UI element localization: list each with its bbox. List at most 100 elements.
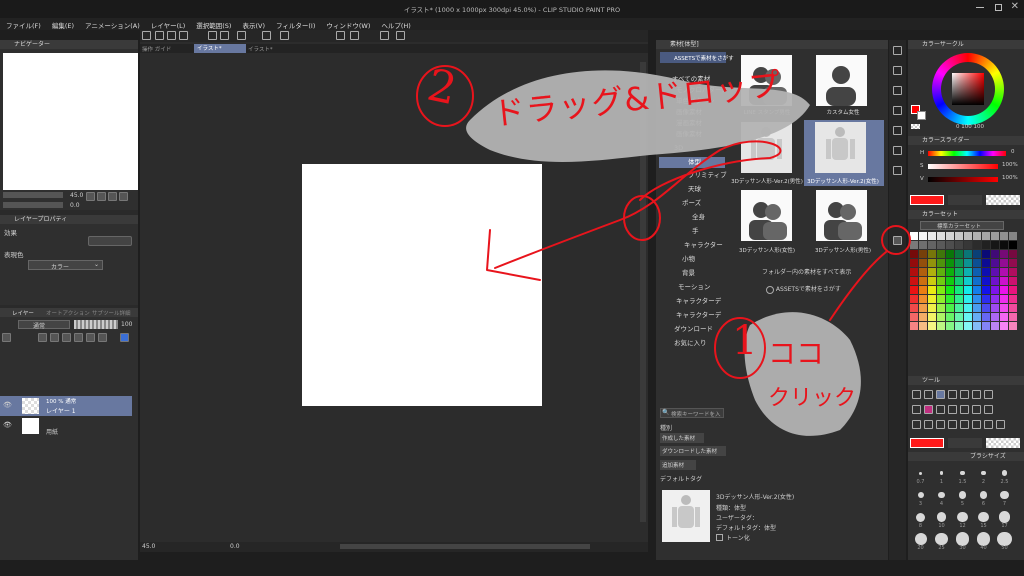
tab-subtool-detail[interactable]: サブツール詳細 xyxy=(92,309,131,317)
color-swatch[interactable] xyxy=(1009,232,1017,240)
color-swatch[interactable] xyxy=(973,259,981,267)
save-icon[interactable] xyxy=(179,31,188,40)
color-swatch[interactable] xyxy=(973,322,981,330)
color-swatch[interactable] xyxy=(964,295,972,303)
menu-selection[interactable]: 選択範囲(S) xyxy=(196,20,231,30)
tree-item-body-type[interactable]: 体型 xyxy=(688,157,701,168)
pen-icon[interactable] xyxy=(336,31,345,40)
color-swatch[interactable] xyxy=(991,304,999,312)
color-swatch[interactable] xyxy=(910,277,918,285)
color-swatch[interactable] xyxy=(937,304,945,312)
color-swatch[interactable] xyxy=(973,286,981,294)
color-swatch[interactable] xyxy=(955,322,963,330)
color-swatch[interactable] xyxy=(937,232,945,240)
material-icon[interactable] xyxy=(893,86,902,95)
color-swatch[interactable] xyxy=(928,259,936,267)
mask-icon[interactable] xyxy=(86,333,95,342)
color-swatch[interactable] xyxy=(1009,277,1017,285)
color-swatch[interactable] xyxy=(955,259,963,267)
navigator-zoom-slider[interactable] xyxy=(3,192,63,198)
color-swatch[interactable] xyxy=(964,250,972,258)
tool-fg-swatch[interactable] xyxy=(910,438,944,448)
ref-icon[interactable] xyxy=(62,333,71,342)
color-swatch[interactable] xyxy=(937,322,945,330)
color-swatch[interactable] xyxy=(919,295,927,303)
slider-bg-swatch[interactable] xyxy=(948,195,982,205)
color-swatch[interactable] xyxy=(910,250,918,258)
color-swatch[interactable] xyxy=(1009,286,1017,294)
color-swatch[interactable] xyxy=(991,259,999,267)
info-icon[interactable] xyxy=(893,166,902,175)
tab-guide[interactable]: 操作 ガイド xyxy=(142,45,171,53)
brush-size-dot[interactable] xyxy=(935,532,948,546)
new-file-icon[interactable] xyxy=(155,31,164,40)
color-swatch[interactable] xyxy=(973,268,981,276)
eye-icon[interactable]: 👁 xyxy=(3,401,12,409)
color-swatch[interactable] xyxy=(919,250,927,258)
brush-size-grid[interactable]: 0.7 1 1.5 2 2.5 3 4 5 6 7 8 10 12 15 17 20 25 30 40 50 xyxy=(910,466,1022,560)
color-swatch[interactable] xyxy=(955,268,963,276)
tool-bg-swatch[interactable] xyxy=(948,438,982,448)
frame-tool-icon[interactable] xyxy=(948,420,957,429)
tree-item-3d[interactable]: 3D xyxy=(674,143,683,154)
material-thumb[interactable] xyxy=(741,190,792,241)
color-swatch[interactable] xyxy=(928,232,936,240)
color-swatch[interactable] xyxy=(928,286,936,294)
smartphone-icon[interactable] xyxy=(380,31,389,40)
brush-size-dot[interactable] xyxy=(955,532,970,546)
hue-slider[interactable] xyxy=(928,151,1006,156)
color-swatch[interactable] xyxy=(991,241,999,249)
color-swatch[interactable] xyxy=(955,304,963,312)
color-swatch[interactable] xyxy=(964,259,972,267)
color-set-select[interactable]: 標準カラーセット xyxy=(920,221,1004,230)
tab-illust-active[interactable]: イラスト* xyxy=(194,44,246,53)
settings-icon[interactable] xyxy=(396,31,405,40)
tree-item[interactable]: 手 xyxy=(692,226,699,237)
color-swatch[interactable] xyxy=(946,232,954,240)
redo-icon[interactable] xyxy=(220,31,229,40)
correct-line-icon[interactable] xyxy=(996,420,1005,429)
color-swatch[interactable] xyxy=(991,232,999,240)
color-swatch[interactable] xyxy=(1009,304,1017,312)
brush-size-dot[interactable] xyxy=(976,532,991,546)
text-tool-icon[interactable] xyxy=(972,420,981,429)
color-swatch[interactable] xyxy=(955,277,963,285)
brush-size-dot[interactable] xyxy=(1001,470,1008,476)
zoom-in-icon[interactable] xyxy=(97,192,106,201)
color-swatch[interactable] xyxy=(937,295,945,303)
draft-icon[interactable] xyxy=(74,333,83,342)
type-button-added[interactable]: 追加素材 xyxy=(660,460,696,470)
color-swatch[interactable] xyxy=(910,304,918,312)
eraser-tool-icon[interactable] xyxy=(972,405,981,414)
clear-icon[interactable] xyxy=(237,31,246,40)
color-swatch[interactable] xyxy=(964,286,972,294)
color-swatch[interactable] xyxy=(973,241,981,249)
color-swatch[interactable] xyxy=(910,259,918,267)
tab-illust[interactable]: イラスト* xyxy=(248,45,273,53)
color-swatch[interactable] xyxy=(964,313,972,321)
operation-tool-icon[interactable] xyxy=(936,390,945,399)
color-swatch[interactable] xyxy=(1000,232,1008,240)
tone-checkbox[interactable] xyxy=(716,534,723,541)
tree-item[interactable]: ダウンロード xyxy=(674,324,713,335)
eyedropper-icon[interactable] xyxy=(984,390,993,399)
background-color-swatch[interactable] xyxy=(917,111,926,120)
color-swatch[interactable] xyxy=(982,304,990,312)
brush-size-dot[interactable] xyxy=(957,511,968,523)
color-swatch[interactable] xyxy=(937,313,945,321)
color-swatch[interactable] xyxy=(973,295,981,303)
open-icon[interactable] xyxy=(167,31,176,40)
type-button-created[interactable]: 作成した素材 xyxy=(660,433,704,443)
horizontal-scrollbar[interactable] xyxy=(340,544,590,549)
color-swatch[interactable] xyxy=(946,313,954,321)
color-swatch[interactable] xyxy=(955,295,963,303)
gradient-tool-icon[interactable] xyxy=(924,420,933,429)
color-swatch[interactable] xyxy=(910,322,918,330)
material-thumb[interactable] xyxy=(741,122,792,173)
color-swatch[interactable] xyxy=(991,322,999,330)
color-swatch[interactable] xyxy=(937,259,945,267)
brush-tool-icon[interactable] xyxy=(936,405,945,414)
menu-filter[interactable]: フィルター(I) xyxy=(276,20,315,30)
tab-layer[interactable]: レイヤー xyxy=(12,309,34,317)
color-swatch[interactable] xyxy=(1009,241,1017,249)
